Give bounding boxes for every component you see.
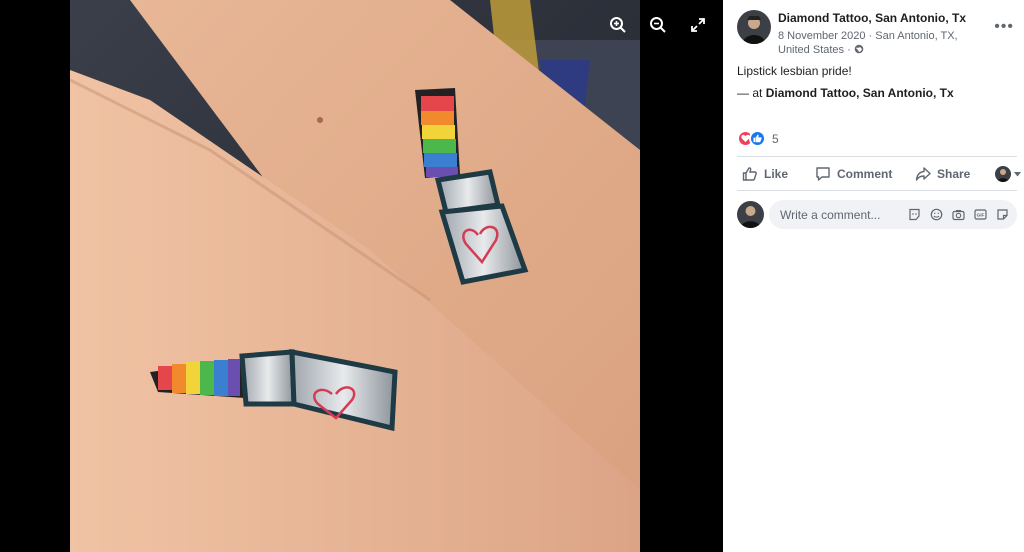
comment-placeholder: Write a comment... <box>780 208 881 222</box>
divider <box>737 156 1017 157</box>
commenter-avatar[interactable] <box>737 201 764 228</box>
post-checkin: — at Diamond Tattoo, San Antonio, Tx <box>737 86 954 100</box>
sticker-alt-icon[interactable] <box>995 207 1009 221</box>
post-actions-bar: Like Comment Share <box>737 161 1022 187</box>
fullscreen-icon[interactable] <box>687 14 709 36</box>
more-options-button[interactable]: ••• <box>994 18 1014 36</box>
post-meta: 8 November 2020 · San Antonio, TX, Unite… <box>778 29 978 57</box>
like-icon <box>749 130 766 147</box>
comment-button[interactable]: Comment <box>815 166 892 182</box>
emoji-icon[interactable] <box>929 207 943 221</box>
post-date[interactable]: 8 November 2020 <box>778 30 865 42</box>
post-side-panel: Diamond Tattoo, San Antonio, Tx 8 Novemb… <box>723 0 1024 552</box>
caret-down-icon <box>1014 171 1021 176</box>
photo-viewer <box>0 0 723 552</box>
zoom-in-icon[interactable] <box>607 14 629 36</box>
meta-separator: · <box>868 30 873 42</box>
divider <box>737 190 1017 191</box>
comment-label: Comment <box>837 167 893 181</box>
tattoo-photo-illustration <box>70 0 640 552</box>
gif-icon[interactable]: GIF <box>973 207 987 221</box>
page-name-link[interactable]: Diamond Tattoo, San Antonio, Tx <box>778 11 966 25</box>
camera-icon[interactable] <box>951 207 965 221</box>
page-avatar[interactable] <box>737 10 771 44</box>
share-label: Share <box>937 167 971 181</box>
checkin-prefix: — at <box>737 86 766 100</box>
post-photo[interactable] <box>70 0 640 552</box>
viewer-toolbar <box>607 14 709 36</box>
avatar <box>995 166 1011 182</box>
checkin-place-link[interactable]: Diamond Tattoo, San Antonio, Tx <box>766 86 954 100</box>
share-button[interactable]: Share <box>915 166 970 182</box>
svg-text:GIF: GIF <box>976 212 984 217</box>
reactions-summary[interactable]: 5 <box>737 130 779 147</box>
zoom-out-icon[interactable] <box>647 14 669 36</box>
post-as-selector[interactable] <box>995 166 1021 182</box>
comment-icon <box>816 167 830 181</box>
globe-icon <box>854 44 864 56</box>
meta-separator: · <box>847 44 851 56</box>
like-label: Like <box>764 167 789 181</box>
post-header: Diamond Tattoo, San Antonio, Tx 8 Novemb… <box>737 10 1017 58</box>
share-icon <box>915 167 931 181</box>
thumbs-up-icon <box>742 167 757 181</box>
post-caption: Lipstick lesbian pride! <box>737 64 852 78</box>
comment-composer: Write a comment... GIF <box>737 200 1017 230</box>
sticker-icon[interactable] <box>907 207 921 221</box>
like-button[interactable]: Like <box>742 166 788 182</box>
comment-tools: GIF <box>907 207 1009 221</box>
reaction-count: 5 <box>772 131 779 146</box>
comment-input[interactable]: Write a comment... GIF <box>769 200 1017 229</box>
